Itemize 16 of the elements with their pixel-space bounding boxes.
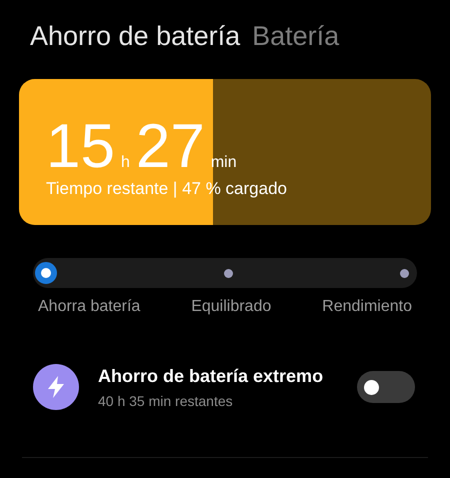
- extreme-saver-title: Ahorro de batería extremo: [98, 366, 324, 386]
- extreme-saver-subtitle: 40 h 35 min restantes: [98, 392, 234, 408]
- mode-label[interactable]: Rendimiento: [322, 298, 412, 316]
- mode-label[interactable]: Equilibrado: [191, 298, 272, 316]
- mode-stop[interactable]: [224, 268, 233, 278]
- mode-stop[interactable]: [35, 262, 57, 284]
- minutes-value: 27: [136, 117, 205, 177]
- hours-unit: h: [120, 154, 130, 172]
- mode-stop[interactable]: [400, 268, 409, 278]
- mode-label[interactable]: Ahorra batería: [38, 298, 140, 316]
- tab[interactable]: Ahorro de batería: [30, 20, 240, 52]
- lightning-bolt-icon: [33, 364, 79, 410]
- hours-value: 15: [46, 117, 115, 177]
- tab[interactable]: Batería: [252, 20, 340, 52]
- toggle-switch[interactable]: [357, 371, 415, 403]
- mode-slider-track[interactable]: [33, 258, 417, 288]
